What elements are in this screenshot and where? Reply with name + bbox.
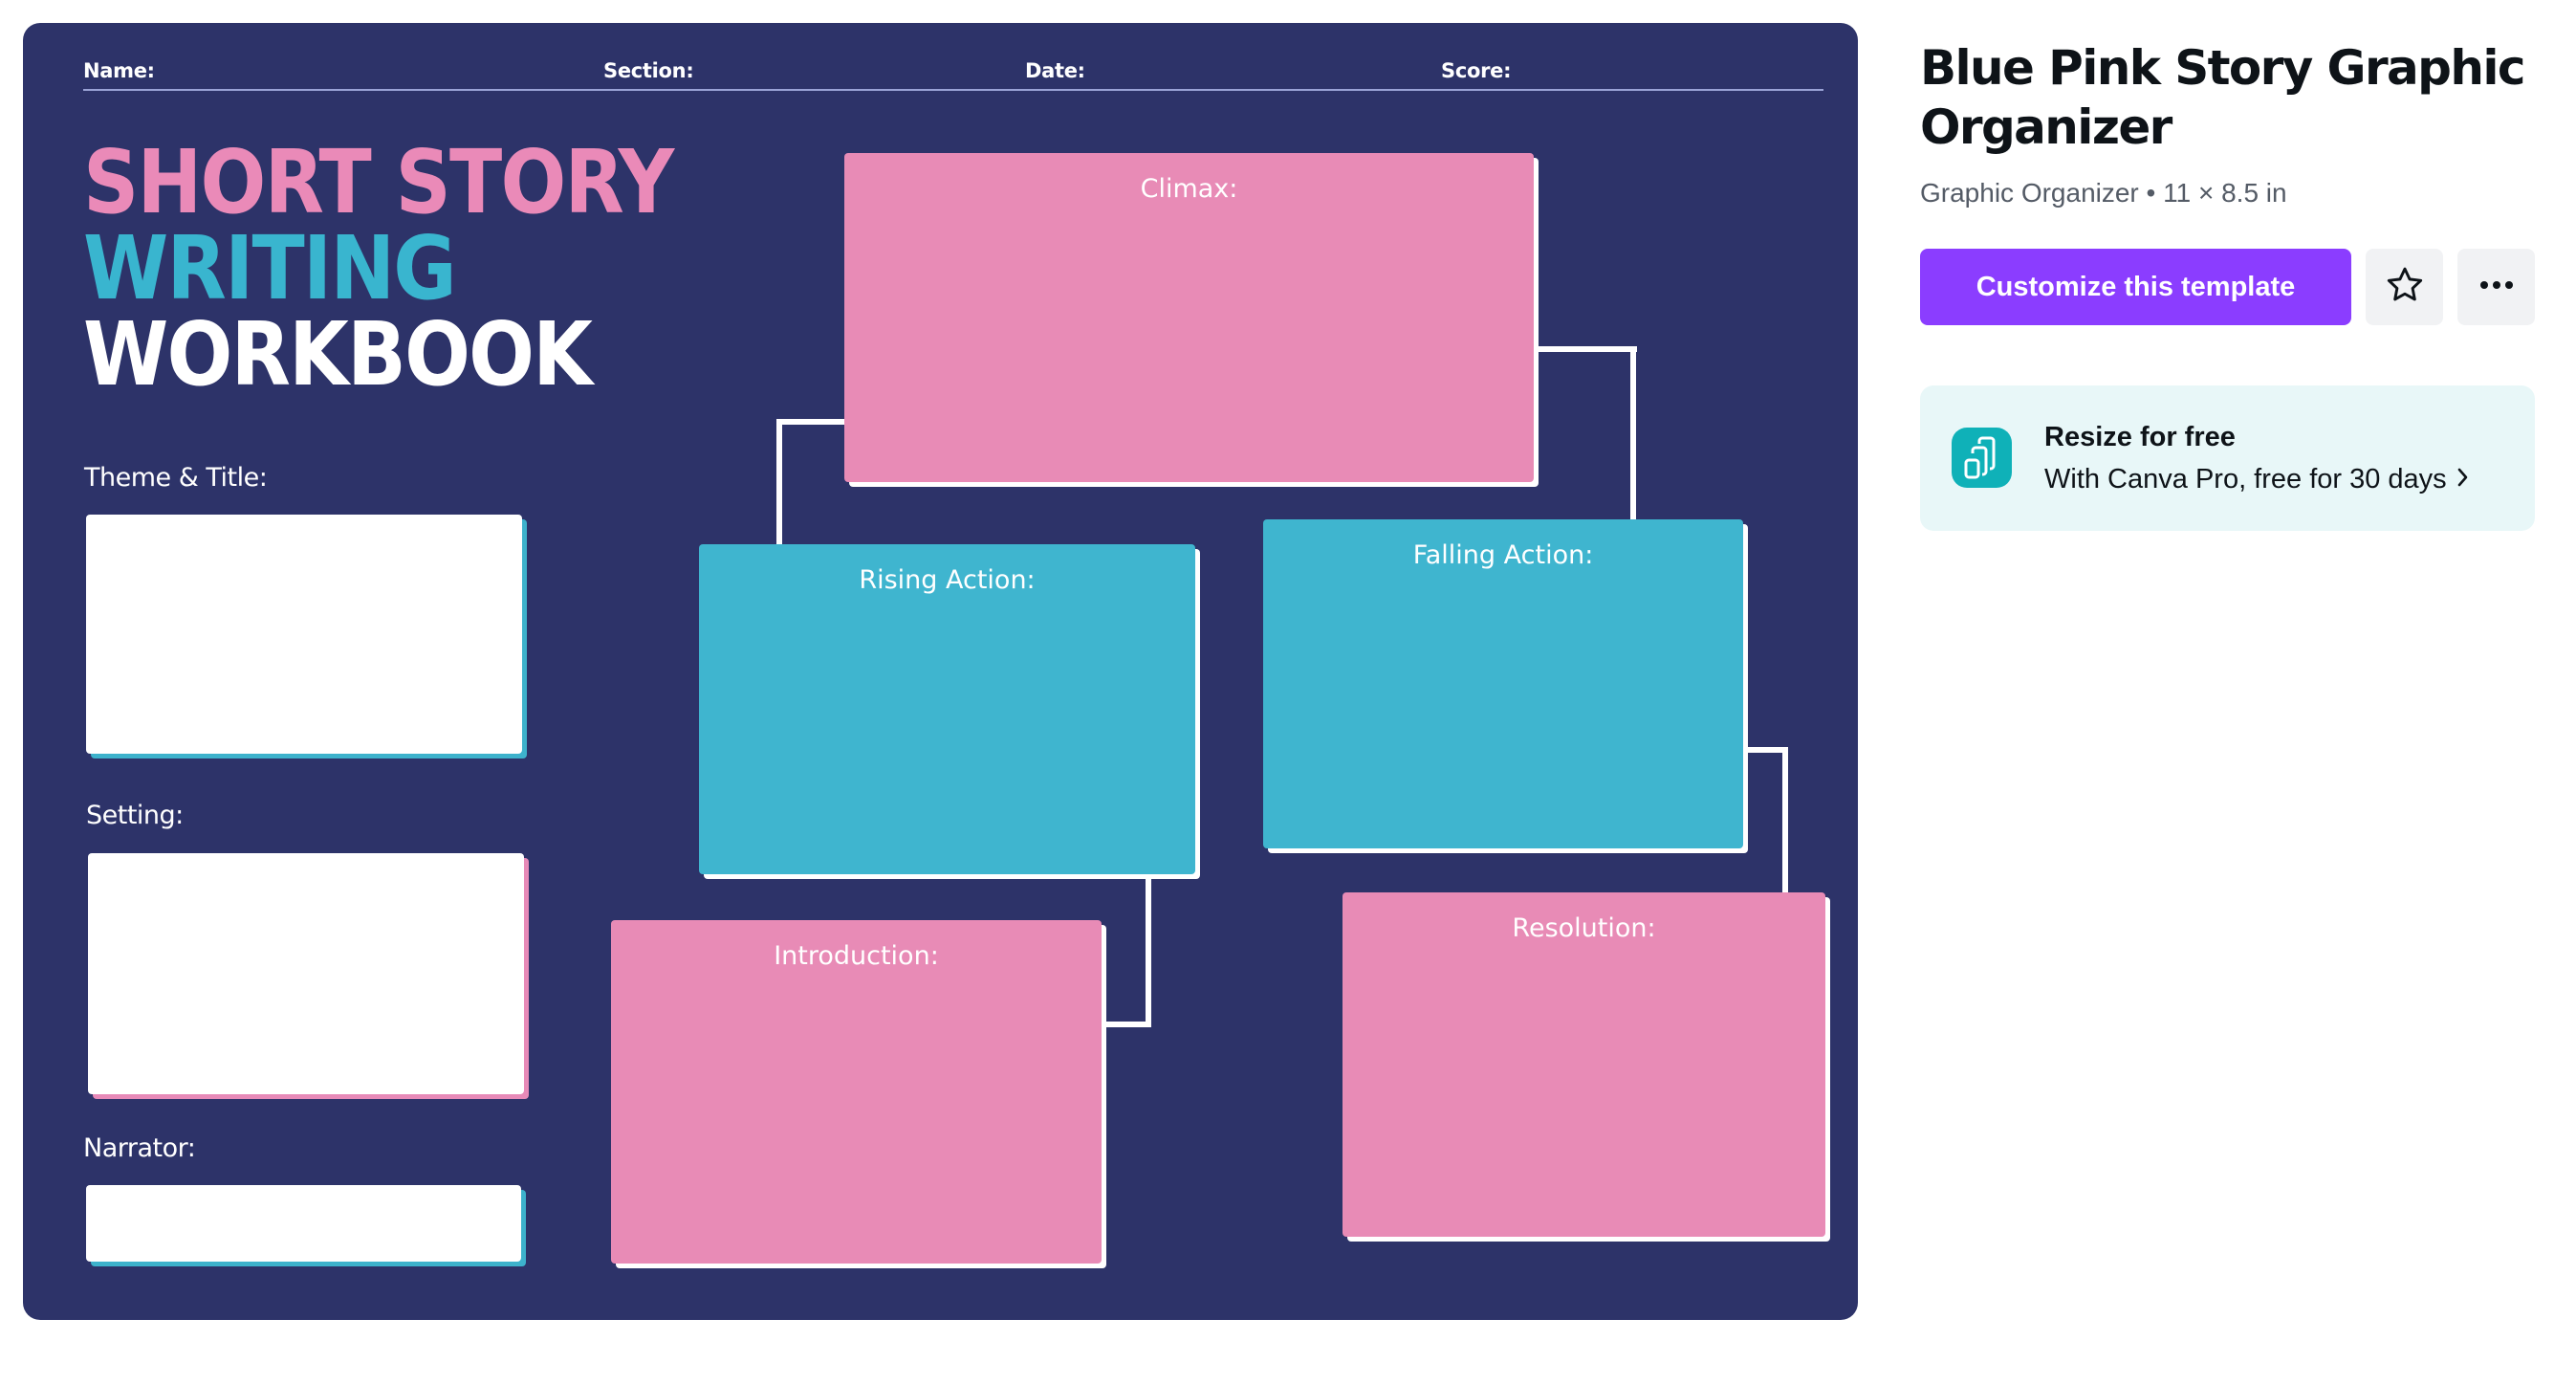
connector-climax-rising	[776, 419, 845, 425]
template-subtitle: Graphic Organizer • 11 × 8.5 in	[1920, 178, 2287, 208]
section-field-label: Section:	[603, 59, 694, 82]
header-underline	[83, 89, 1823, 91]
resize-card-subtitle-row: With Canva Pro, free for 30 days	[2044, 464, 2470, 495]
theme-title-box	[86, 515, 522, 754]
narrator-box	[86, 1185, 521, 1262]
narrator-label: Narrator:	[83, 1133, 196, 1163]
introduction-box: Introduction:	[611, 920, 1102, 1264]
rising-action-box: Rising Action:	[699, 544, 1195, 874]
falling-action-box: Falling Action:	[1263, 519, 1743, 848]
connector-climax-falling-vertical	[1630, 346, 1636, 520]
resize-icon	[1952, 428, 2012, 488]
theme-title-label: Theme & Title:	[84, 463, 268, 493]
connector-falling-resolution-vertical	[1782, 747, 1788, 894]
title-line-writing: WRITING	[83, 217, 457, 319]
star-outline-icon	[2384, 264, 2426, 311]
climax-label: Climax:	[1140, 174, 1238, 204]
name-field-label: Name:	[83, 59, 155, 82]
title-line-short-story: SHORT STORY	[83, 131, 674, 233]
climax-box: Climax:	[844, 153, 1534, 482]
connector-rising-intro-vertical	[1146, 872, 1151, 1027]
more-options-button[interactable]	[2457, 249, 2535, 325]
template-preview[interactable]: Name: Section: Date: Score: SHORT STORY …	[23, 23, 1858, 1320]
score-field-label: Score:	[1441, 59, 1512, 82]
date-field-label: Date:	[1025, 59, 1085, 82]
connector-climax-rising-vertical	[776, 419, 782, 545]
worksheet-title: SHORT STORY WRITING WORKBOOK	[83, 131, 695, 406]
setting-label: Setting:	[86, 801, 184, 830]
more-horizontal-icon	[2478, 278, 2516, 296]
resize-card-subtitle: With Canva Pro, free for 30 days	[2044, 464, 2447, 495]
connector-climax-falling	[1532, 346, 1637, 352]
connector-rising-intro	[1100, 1022, 1151, 1027]
resize-card-title: Resize for free	[2044, 422, 2236, 452]
resize-for-free-card[interactable]: Resize for free With Canva Pro, free for…	[1920, 385, 2535, 531]
setting-box	[88, 853, 524, 1094]
chevron-right-icon	[2456, 464, 2470, 495]
title-line-workbook: WORKBOOK	[83, 303, 593, 406]
connector-falling-resolution	[1740, 747, 1788, 753]
resolution-label: Resolution:	[1512, 913, 1656, 943]
introduction-label: Introduction:	[774, 941, 939, 971]
resolution-box: Resolution:	[1343, 892, 1825, 1237]
rising-action-label: Rising Action:	[859, 565, 1036, 595]
template-title: Blue Pink Story Graphic Organizer	[1920, 40, 2526, 155]
falling-action-label: Falling Action:	[1412, 540, 1594, 570]
customize-template-button[interactable]: Customize this template	[1920, 249, 2351, 325]
favorite-button[interactable]	[2366, 249, 2443, 325]
